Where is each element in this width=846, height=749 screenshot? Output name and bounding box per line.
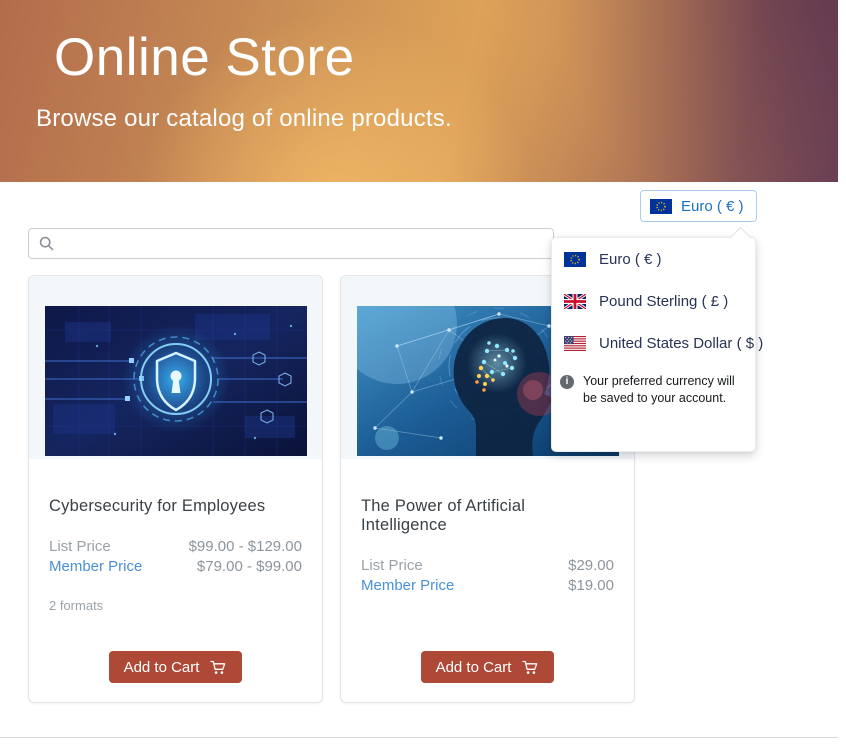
add-to-cart-button[interactable]: Add to Cart <box>421 651 555 683</box>
currency-option-label: United States Dollar ( $ ) <box>599 335 763 352</box>
member-price-value: $79.00 - $99.00 <box>197 557 302 576</box>
footer-divider <box>0 737 838 738</box>
member-price-row: Member Price $19.00 <box>361 576 614 595</box>
search-bar <box>28 228 554 259</box>
cart-icon <box>210 660 227 675</box>
member-price-row: Member Price $79.00 - $99.00 <box>49 557 302 576</box>
search-input[interactable] <box>62 236 543 252</box>
member-price-link[interactable]: Member Price <box>361 576 454 595</box>
add-to-cart-label: Add to Cart <box>436 659 512 676</box>
currency-option-dollar[interactable]: United States Dollar ( $ ) <box>552 322 755 364</box>
member-price-value: $19.00 <box>568 576 614 595</box>
us-flag-icon <box>564 336 586 351</box>
product-title: The Power of Artificial Intelligence <box>361 497 614 535</box>
product-card: Cybersecurity for Employees List Price $… <box>28 275 323 703</box>
currency-selector-button[interactable]: Euro ( € ) <box>640 190 757 222</box>
store-content: Euro ( € ) <box>0 182 846 749</box>
list-price-value: $99.00 - $129.00 <box>189 537 302 556</box>
product-details: The Power of Artificial Intelligence Lis… <box>341 459 634 702</box>
currency-option-pound[interactable]: Pound Sterling ( £ ) <box>552 280 755 322</box>
info-icon: i <box>560 375 574 389</box>
product-title: Cybersecurity for Employees <box>49 497 302 516</box>
currency-option-euro[interactable]: Euro ( € ) <box>552 238 755 280</box>
eu-flag-icon <box>564 252 586 267</box>
cart-icon <box>522 660 539 675</box>
member-price-link[interactable]: Member Price <box>49 557 142 576</box>
currency-note-text: Your preferred currency will be saved to… <box>583 373 745 407</box>
add-to-cart-label: Add to Cart <box>124 659 200 676</box>
currency-dropdown-panel: Euro ( € ) Pound Sterling ( £ ) <box>551 237 756 452</box>
product-image-area <box>29 276 322 459</box>
currency-option-label: Euro ( € ) <box>599 251 662 268</box>
product-details: Cybersecurity for Employees List Price $… <box>29 459 322 702</box>
search-icon <box>39 236 54 251</box>
price-table: List Price $29.00 Member Price $19.00 <box>361 556 614 595</box>
list-price-value: $29.00 <box>568 556 614 575</box>
list-price-row: List Price $29.00 <box>361 556 614 575</box>
formats-count <box>361 617 614 632</box>
cybersecurity-shield-image <box>45 306 307 456</box>
product-grid: Cybersecurity for Employees List Price $… <box>28 275 635 703</box>
add-to-cart-button[interactable]: Add to Cart <box>109 651 243 683</box>
list-price-label: List Price <box>361 556 423 575</box>
price-table: List Price $99.00 - $129.00 Member Price… <box>49 537 302 576</box>
eu-flag-icon <box>650 199 672 214</box>
uk-flag-icon <box>564 294 586 309</box>
currency-option-label: Pound Sterling ( £ ) <box>599 293 728 310</box>
hero-banner: Online Store Browse our catalog of onlin… <box>0 0 838 182</box>
online-store-page: Online Store Browse our catalog of onlin… <box>0 0 846 749</box>
list-price-label: List Price <box>49 537 111 556</box>
formats-count: 2 formats <box>49 598 302 613</box>
page-title: Online Store <box>0 0 838 90</box>
page-subtitle: Browse our catalog of online products. <box>36 105 838 133</box>
list-price-row: List Price $99.00 - $129.00 <box>49 537 302 556</box>
selected-currency-label: Euro ( € ) <box>681 198 744 215</box>
currency-note: i Your preferred currency will be saved … <box>552 373 755 407</box>
